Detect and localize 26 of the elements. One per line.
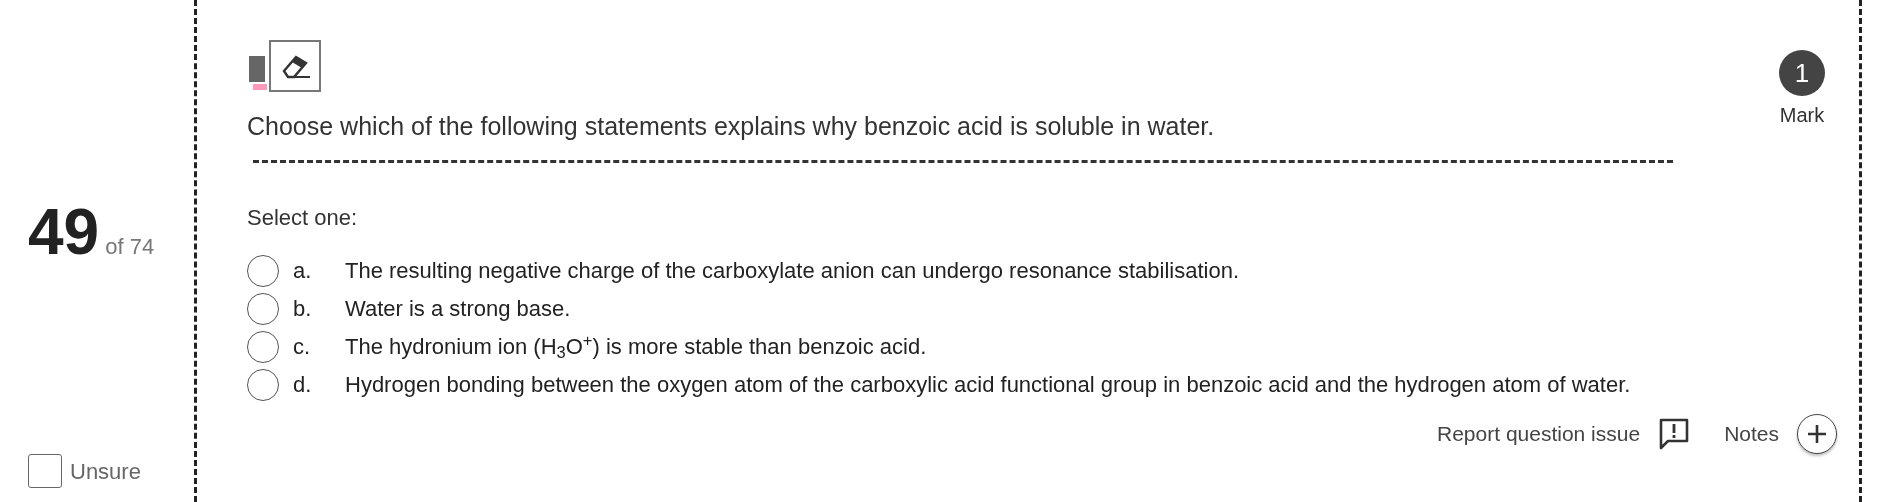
eraser-button[interactable] bbox=[269, 40, 321, 92]
marks-badge: 1 bbox=[1779, 50, 1825, 96]
unsure-label: Unsure bbox=[70, 457, 141, 486]
option-radio[interactable] bbox=[247, 368, 279, 401]
option-letter: b. bbox=[293, 295, 313, 323]
question-count: of 74 bbox=[105, 234, 155, 259]
option-letter: c. bbox=[293, 333, 312, 361]
option-letter: a. bbox=[293, 257, 313, 285]
option-letter: d. bbox=[293, 371, 313, 399]
option-radio[interactable] bbox=[247, 330, 279, 363]
report-issue-link[interactable]: Report question issue bbox=[1437, 417, 1641, 450]
report-icon[interactable] bbox=[1658, 416, 1691, 451]
option-text: Hydrogen bonding between the oxygen atom of the carboxylic acid functional group in benzoic acid and the hydrogen atom of water. bbox=[345, 371, 1631, 399]
option-radio[interactable] bbox=[247, 292, 279, 325]
add-note-button[interactable] bbox=[1797, 413, 1837, 454]
option-text: Water is a strong base. bbox=[345, 295, 571, 323]
plus-icon bbox=[1806, 422, 1828, 445]
question-number: 49 bbox=[28, 196, 100, 268]
option-text: The resulting negative charge of the carboxylate anion can undergo resonance stabilisation. bbox=[345, 257, 1240, 285]
unsure-checkbox[interactable] bbox=[28, 454, 62, 488]
option-text: The hydronium ion (H$_{3}$O$^{+}$) is more stable than benzoic acid. bbox=[345, 330, 927, 363]
option-radio[interactable] bbox=[247, 254, 279, 287]
question-text: Choose which of the following statements explains why benzoic acid is soluble in water. bbox=[247, 111, 1215, 142]
marks-label: Mark bbox=[1779, 103, 1825, 128]
select-prompt: Select one: bbox=[247, 203, 359, 232]
notes-link[interactable]: Notes bbox=[1724, 417, 1779, 450]
